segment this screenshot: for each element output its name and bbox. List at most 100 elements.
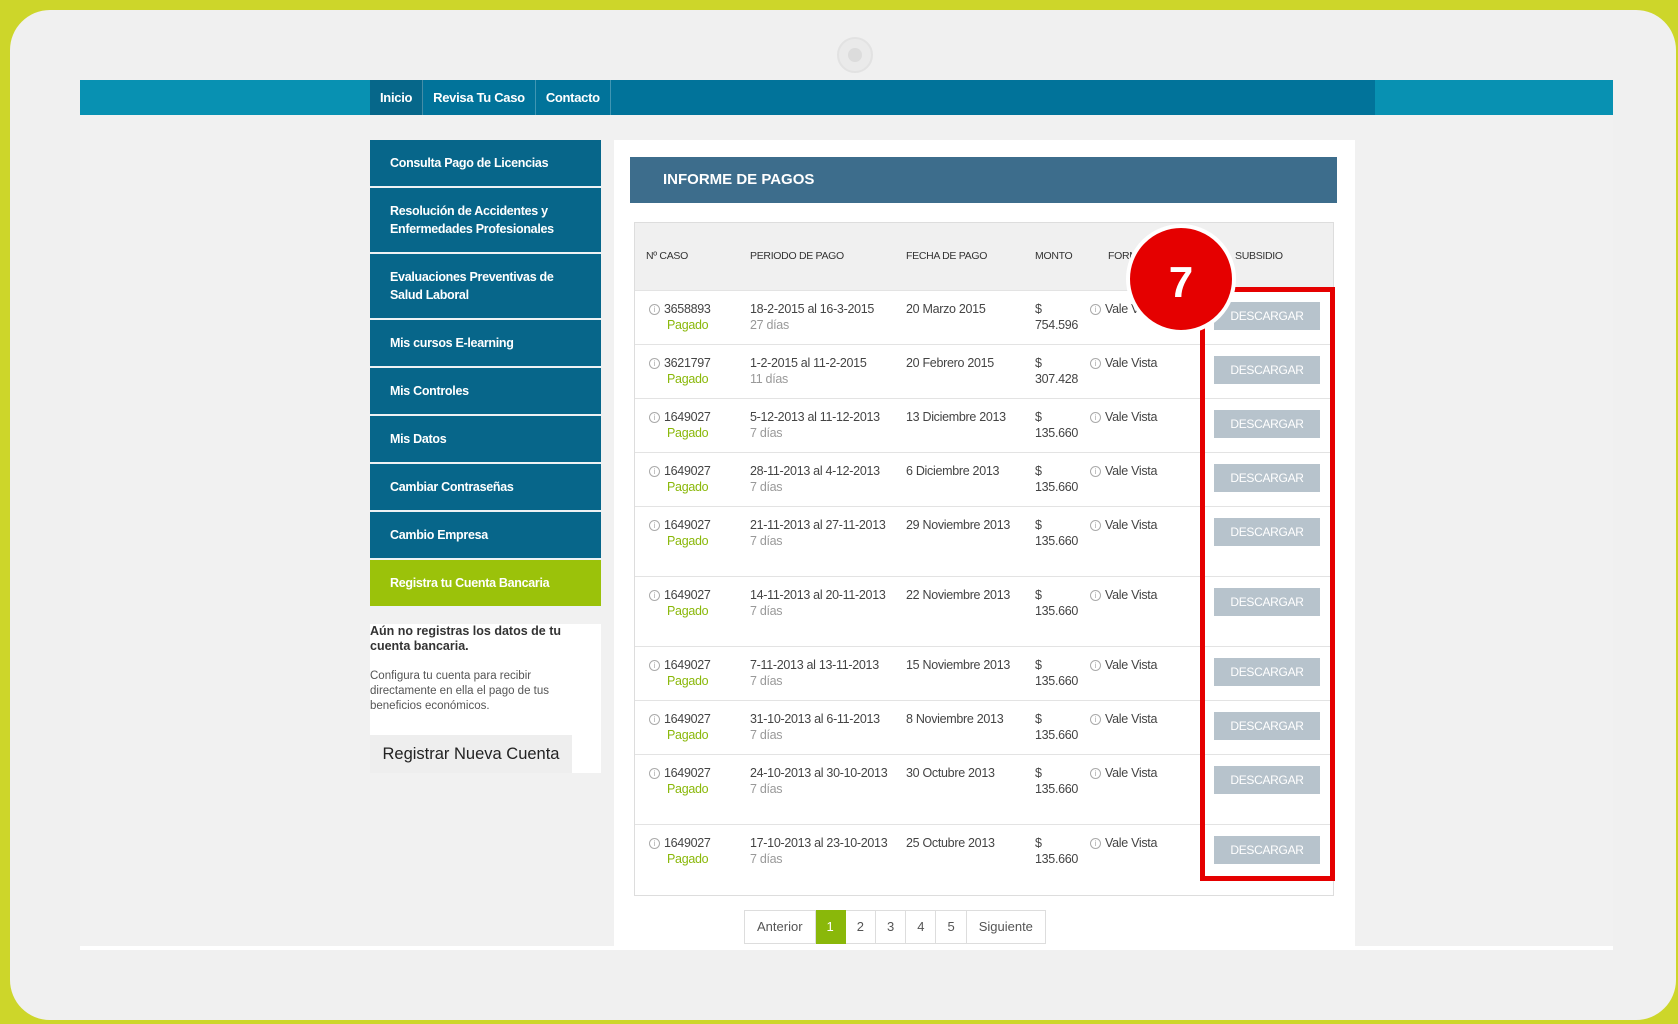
payment-method-cell: i Vale Vista	[1090, 657, 1157, 673]
nav-menu: Inicio Revisa Tu Caso Contacto	[370, 80, 1375, 115]
currency-symbol: $	[1035, 518, 1042, 532]
currency-symbol: $	[1035, 464, 1042, 478]
info-icon[interactable]: i	[649, 838, 660, 849]
period-cell: 24-10-2013 al 30-10-2013 7 días	[750, 765, 890, 797]
info-icon[interactable]: i	[1090, 520, 1101, 531]
sidebar-item-registra-cuenta-bancaria[interactable]: Registra tu Cuenta Bancaria	[370, 560, 601, 608]
info-icon[interactable]: i	[649, 520, 660, 531]
payment-date: 22 Noviembre 2013	[906, 588, 1010, 602]
period-range: 1-2-2015 al 11-2-2015	[750, 356, 867, 370]
sidebar-item-evaluaciones-preventivas[interactable]: Evaluaciones Preventivas de Salud Labora…	[370, 254, 601, 320]
info-icon[interactable]: i	[1090, 660, 1101, 671]
case-number: 3621797	[664, 356, 711, 370]
info-icon[interactable]: i	[1090, 838, 1101, 849]
period-range: 7-11-2013 al 13-11-2013	[750, 658, 879, 672]
nav-item-revisa-tu-caso[interactable]: Revisa Tu Caso	[423, 80, 536, 115]
column-header-monto: MONTO	[1035, 250, 1073, 262]
column-header-periodo: PERIODO DE PAGO	[750, 250, 844, 262]
period-days: 7 días	[750, 534, 783, 548]
currency-symbol: $	[1035, 836, 1042, 850]
period-cell: 18-2-2015 al 16-3-2015 27 días	[750, 301, 890, 333]
info-icon[interactable]: i	[649, 660, 660, 671]
amount-value: 135.660	[1035, 782, 1079, 796]
sidebar-item-mis-datos[interactable]: Mis Datos	[370, 416, 601, 464]
case-cell: i 1649027 Pagado	[649, 657, 711, 689]
payment-method-cell: i Vale Vista	[1090, 835, 1157, 851]
payment-method-cell: i Vale Vista	[1090, 355, 1157, 371]
notice-title: Aún no registras los datos de tu cuenta …	[370, 624, 561, 653]
payment-method: Vale Vista	[1105, 356, 1158, 370]
sidebar-item-resolucion-accidentes[interactable]: Resolución de Accidentes y Enfermedades …	[370, 188, 601, 254]
info-icon[interactable]: i	[649, 714, 660, 725]
period-range: 14-11-2013 al 20-11-2013	[750, 588, 886, 602]
case-cell: i 1649027 Pagado	[649, 587, 711, 619]
sidebar-item-cambio-empresa[interactable]: Cambio Empresa	[370, 512, 601, 560]
case-cell: i 1649027 Pagado	[649, 835, 711, 867]
payment-method-cell: i Vale Vista	[1090, 765, 1157, 781]
period-cell: 14-11-2013 al 20-11-2013 7 días	[750, 587, 890, 619]
currency-symbol: $	[1035, 410, 1042, 424]
info-icon[interactable]: i	[649, 768, 660, 779]
case-cell: i 1649027 Pagado	[649, 765, 711, 797]
amount-value: 135.660	[1035, 674, 1079, 688]
sidebar-item-cursos-elearning[interactable]: Mis cursos E-learning	[370, 320, 601, 368]
currency-symbol: $	[1035, 712, 1042, 726]
sidebar-item-consulta-pago[interactable]: Consulta Pago de Licencias	[370, 140, 601, 188]
period-range: 18-2-2015 al 16-3-2015	[750, 302, 875, 316]
notice-text: Configura tu cuenta para recibir directa…	[370, 670, 550, 712]
info-icon[interactable]: i	[1090, 590, 1101, 601]
period-cell: 21-11-2013 al 27-11-2013 7 días	[750, 517, 890, 549]
pagination-page-5[interactable]: 5	[936, 910, 967, 944]
info-icon[interactable]: i	[649, 412, 660, 423]
column-header-fecha: FECHA DE PAGO	[906, 250, 988, 262]
info-icon[interactable]: i	[649, 590, 660, 601]
sidebar-item-mis-controles[interactable]: Mis Controles	[370, 368, 601, 416]
info-icon[interactable]: i	[1090, 714, 1101, 725]
payment-method-cell: i Vale Vista	[1090, 409, 1157, 425]
info-icon[interactable]: i	[1090, 466, 1101, 477]
payment-method-cell: i Vale Vista	[1090, 711, 1157, 727]
period-range: 17-10-2013 al 23-10-2013	[750, 836, 888, 850]
info-icon[interactable]: i	[649, 304, 660, 315]
payment-date: 8 Noviembre 2013	[906, 712, 1004, 726]
pagination-page-4[interactable]: 4	[906, 910, 937, 944]
payment-method: Vale Vista	[1105, 518, 1158, 532]
info-icon[interactable]: i	[649, 358, 660, 369]
currency-symbol: $	[1035, 302, 1042, 316]
info-icon[interactable]: i	[1090, 358, 1101, 369]
nav-item-inicio[interactable]: Inicio	[370, 80, 424, 115]
screen-divider	[80, 946, 1613, 950]
amount-value: 135.660	[1035, 604, 1079, 618]
amount-cell: $135.660	[1035, 409, 1078, 441]
case-number: 1649027	[664, 518, 711, 532]
period-cell: 31-10-2013 al 6-11-2013 7 días	[750, 711, 890, 743]
nav-item-contacto[interactable]: Contacto	[536, 80, 611, 115]
info-icon[interactable]: i	[1090, 304, 1101, 315]
pagination-prev[interactable]: Anterior	[744, 910, 816, 944]
payment-method-cell: i Vale Vista	[1090, 463, 1157, 479]
case-cell: i 1649027 Pagado	[649, 409, 711, 441]
currency-symbol: $	[1035, 356, 1042, 370]
info-icon[interactable]: i	[1090, 412, 1101, 423]
status-paid: Pagado	[667, 852, 709, 866]
annotation-step-badge: 7	[1126, 224, 1236, 334]
amount-cell: $307.428	[1035, 355, 1078, 387]
period-range: 5-12-2013 al 11-12-2013	[750, 410, 880, 424]
amount-value: 135.660	[1035, 534, 1079, 548]
register-account-button[interactable]: Registrar Nueva Cuenta	[370, 735, 572, 773]
info-icon[interactable]: i	[649, 466, 660, 477]
payment-method: Vale Vista	[1105, 712, 1158, 726]
screen: Inicio Revisa Tu Caso Contacto Consulta …	[80, 80, 1613, 950]
case-cell: i 1649027 Pagado	[649, 517, 711, 549]
period-range: 28-11-2013 al 4-12-2013	[750, 464, 880, 478]
pagination-page-2[interactable]: 2	[845, 910, 876, 944]
payment-method-cell: i Vale Vista	[1090, 587, 1157, 603]
payment-date: 20 Febrero 2015	[906, 356, 994, 370]
pagination-next[interactable]: Siguiente	[966, 910, 1046, 944]
case-cell: i 1649027 Pagado	[649, 463, 711, 495]
pagination-page-1[interactable]: 1	[815, 910, 846, 944]
status-paid: Pagado	[667, 728, 709, 742]
sidebar-item-cambiar-contrasenas[interactable]: Cambiar Contraseñas	[370, 464, 601, 512]
info-icon[interactable]: i	[1090, 768, 1101, 779]
pagination-page-3[interactable]: 3	[876, 910, 907, 944]
